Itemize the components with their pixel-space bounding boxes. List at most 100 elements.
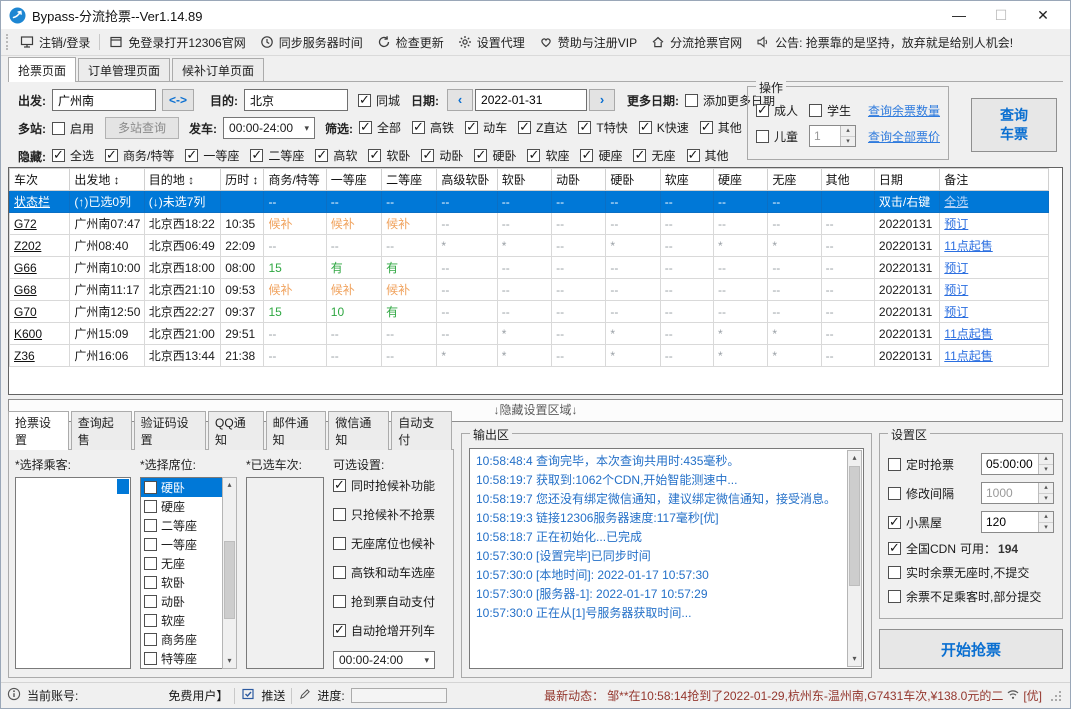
spinner-arrows-icon[interactable]: ▴ ▾ <box>1038 512 1053 532</box>
timed-grab-stepper[interactable]: ▴▾ <box>981 453 1054 475</box>
checkbox-box[interactable] <box>888 457 901 471</box>
checkbox-其他[interactable]: 其他 <box>686 147 729 164</box>
seat-option-特等座[interactable]: 特等座 <box>141 649 222 668</box>
toolbar-grip[interactable] <box>6 34 9 50</box>
checkbox-box[interactable] <box>412 119 426 135</box>
select-all-link[interactable]: 全选 <box>944 195 968 209</box>
checkbox-box[interactable] <box>633 147 647 163</box>
checkbox-高软[interactable]: 高软 <box>315 147 357 164</box>
book-link[interactable]: 预订 <box>944 217 968 231</box>
column-header[interactable]: 二等座 <box>381 168 438 191</box>
seat-scrollbar[interactable]: ▴ ▾ <box>222 477 237 669</box>
query-prices-link[interactable]: 查询全部票价 <box>868 128 940 145</box>
scroll-up-icon[interactable]: ▴ <box>852 451 856 465</box>
checkbox-动车[interactable]: 动车 <box>465 119 507 136</box>
blackroom-checkbox[interactable]: 小黑屋 <box>888 514 942 531</box>
checkbox-全部[interactable]: 全部 <box>359 119 401 136</box>
interval-input[interactable] <box>982 483 1038 503</box>
seat-option-软座[interactable]: 软座 <box>141 611 222 630</box>
output-scrollbar[interactable]: ▴ ▾ <box>847 450 862 667</box>
checkbox-Z直达[interactable]: Z直达 <box>518 119 567 136</box>
checkbox-box[interactable] <box>756 129 769 143</box>
checkbox-其他[interactable]: 其他 <box>699 119 742 136</box>
date-input[interactable] <box>475 89 588 111</box>
train-link[interactable]: Z202 <box>14 239 41 253</box>
tab-settings-3[interactable]: 验证码设置 <box>133 411 207 450</box>
checkbox-box[interactable] <box>368 147 382 163</box>
checkbox-box[interactable] <box>144 652 157 665</box>
scroll-down-icon[interactable]: ▾ <box>227 654 231 668</box>
seat-option-商务座[interactable]: 商务座 <box>141 630 222 649</box>
passenger-listbox[interactable] <box>15 477 131 669</box>
close-button[interactable]: ✕ <box>1022 2 1064 28</box>
output-log[interactable]: 10:58:48:4 查询完毕，本次查询共用时:435毫秒。 10:58:19:7… <box>469 448 864 669</box>
multi-query-button[interactable]: 多站查询 <box>105 117 180 139</box>
timed-grab-input[interactable] <box>982 454 1038 474</box>
checkbox-高铁和动车选座[interactable]: 高铁和动车选座 <box>333 564 447 581</box>
child-count-input[interactable] <box>810 126 841 146</box>
checkbox-无座[interactable]: 无座 <box>633 147 676 164</box>
multi-enable-checkbox[interactable]: 启用 <box>52 120 94 137</box>
checkbox-box[interactable] <box>638 119 652 135</box>
interval-checkbox[interactable]: 修改间隔 <box>888 485 954 502</box>
checkbox-高铁[interactable]: 高铁 <box>412 119 454 136</box>
column-header[interactable]: 历时 ↕ <box>220 168 265 191</box>
checkbox-box[interactable] <box>474 147 488 163</box>
column-header[interactable]: 商务/特等 <box>263 168 327 191</box>
table-row[interactable]: G72 广州南07:47 北京西18:22 10:35 候补 候补 候补 -- -- -- -- --… <box>9 212 1049 235</box>
seat-option-硬卧[interactable]: 硬卧 <box>141 478 222 497</box>
checkbox-box[interactable] <box>888 540 901 556</box>
push-label[interactable]: 推送 <box>261 687 285 704</box>
interval-stepper[interactable]: ▴▾ <box>981 482 1054 504</box>
checkbox-box[interactable] <box>315 147 329 163</box>
spinner-arrows-icon[interactable]: ▴ ▾ <box>1038 454 1053 474</box>
checkbox-box[interactable] <box>333 595 346 608</box>
checkbox-box[interactable] <box>105 147 119 163</box>
checkbox-抢到票自动支付[interactable]: 抢到票自动支付 <box>333 593 447 610</box>
checkbox-box[interactable] <box>144 595 157 608</box>
seat-option-一等座[interactable]: 一等座 <box>141 535 222 554</box>
tab-settings-2[interactable]: 查询起售 <box>70 411 132 450</box>
column-header[interactable]: 目的地 ↕ <box>143 168 222 191</box>
train-link[interactable]: Z36 <box>14 349 35 363</box>
seat-option-动卧[interactable]: 动卧 <box>141 592 222 611</box>
selected-trains-listbox[interactable] <box>246 477 324 669</box>
spinner-arrows-icon[interactable]: ▴ ▾ <box>1038 483 1053 503</box>
toolbar-item-2[interactable]: 免登录打开12306官网 <box>102 30 252 54</box>
child-checkbox[interactable]: 儿童 <box>756 128 798 145</box>
checkbox-box[interactable] <box>144 633 157 646</box>
checkbox-box[interactable] <box>333 566 346 579</box>
tab-settings-5[interactable]: 邮件通知 <box>265 411 327 450</box>
minimize-button[interactable]: — <box>938 2 980 28</box>
checkbox-一等座[interactable]: 一等座 <box>185 147 239 164</box>
table-row[interactable]: G66 广州南10:00 北京西18:00 08:00 15 有有 -- -- -- -- -- --… <box>9 256 1049 279</box>
book-link[interactable]: 11点起售 <box>944 349 992 363</box>
status-row[interactable]: 状态栏 (↑)已选0列 (↓)未选7列 -- -- -- -- -- -- -- -- -- -- 双击/… <box>9 190 1049 213</box>
checkbox-box[interactable] <box>809 103 823 117</box>
checkbox-box[interactable] <box>185 147 199 163</box>
book-link[interactable]: 11点起售 <box>944 239 992 253</box>
checkbox-只抢候补不抢票[interactable]: 只抢候补不抢票 <box>333 506 447 523</box>
query-tickets-button[interactable]: 查询 车票 <box>971 98 1057 152</box>
checkbox-box[interactable] <box>685 93 699 107</box>
book-link[interactable]: 预订 <box>944 261 968 275</box>
train-link[interactable]: G72 <box>14 217 37 231</box>
checkbox-box[interactable] <box>756 102 769 118</box>
toolbar-item-5[interactable]: 设置代理 <box>451 30 532 54</box>
swap-stations-button[interactable]: <-> <box>162 89 194 111</box>
tab-settings-6[interactable]: 微信通知 <box>328 411 390 450</box>
column-header[interactable]: 硬卧 <box>605 168 661 191</box>
table-row[interactable]: G68 广州南11:17 北京西21:10 09:53 候补 候补 候补 -- -- -- -- --… <box>9 278 1049 301</box>
column-header[interactable]: 硬座 <box>712 168 769 191</box>
tab-settings-4[interactable]: QQ通知 <box>208 411 264 450</box>
checkbox-box[interactable] <box>686 147 700 163</box>
checkbox-box[interactable] <box>888 590 901 603</box>
column-header[interactable]: 日期 <box>873 168 941 191</box>
column-header[interactable]: 软卧 <box>496 168 553 191</box>
seat-option-软卧[interactable]: 软卧 <box>141 573 222 592</box>
column-header[interactable]: 无座 <box>767 168 822 191</box>
book-link[interactable]: 11点起售 <box>944 327 992 341</box>
checkbox-box[interactable] <box>144 500 157 513</box>
train-link[interactable]: K600 <box>14 327 42 341</box>
checkbox-box[interactable] <box>421 147 435 163</box>
